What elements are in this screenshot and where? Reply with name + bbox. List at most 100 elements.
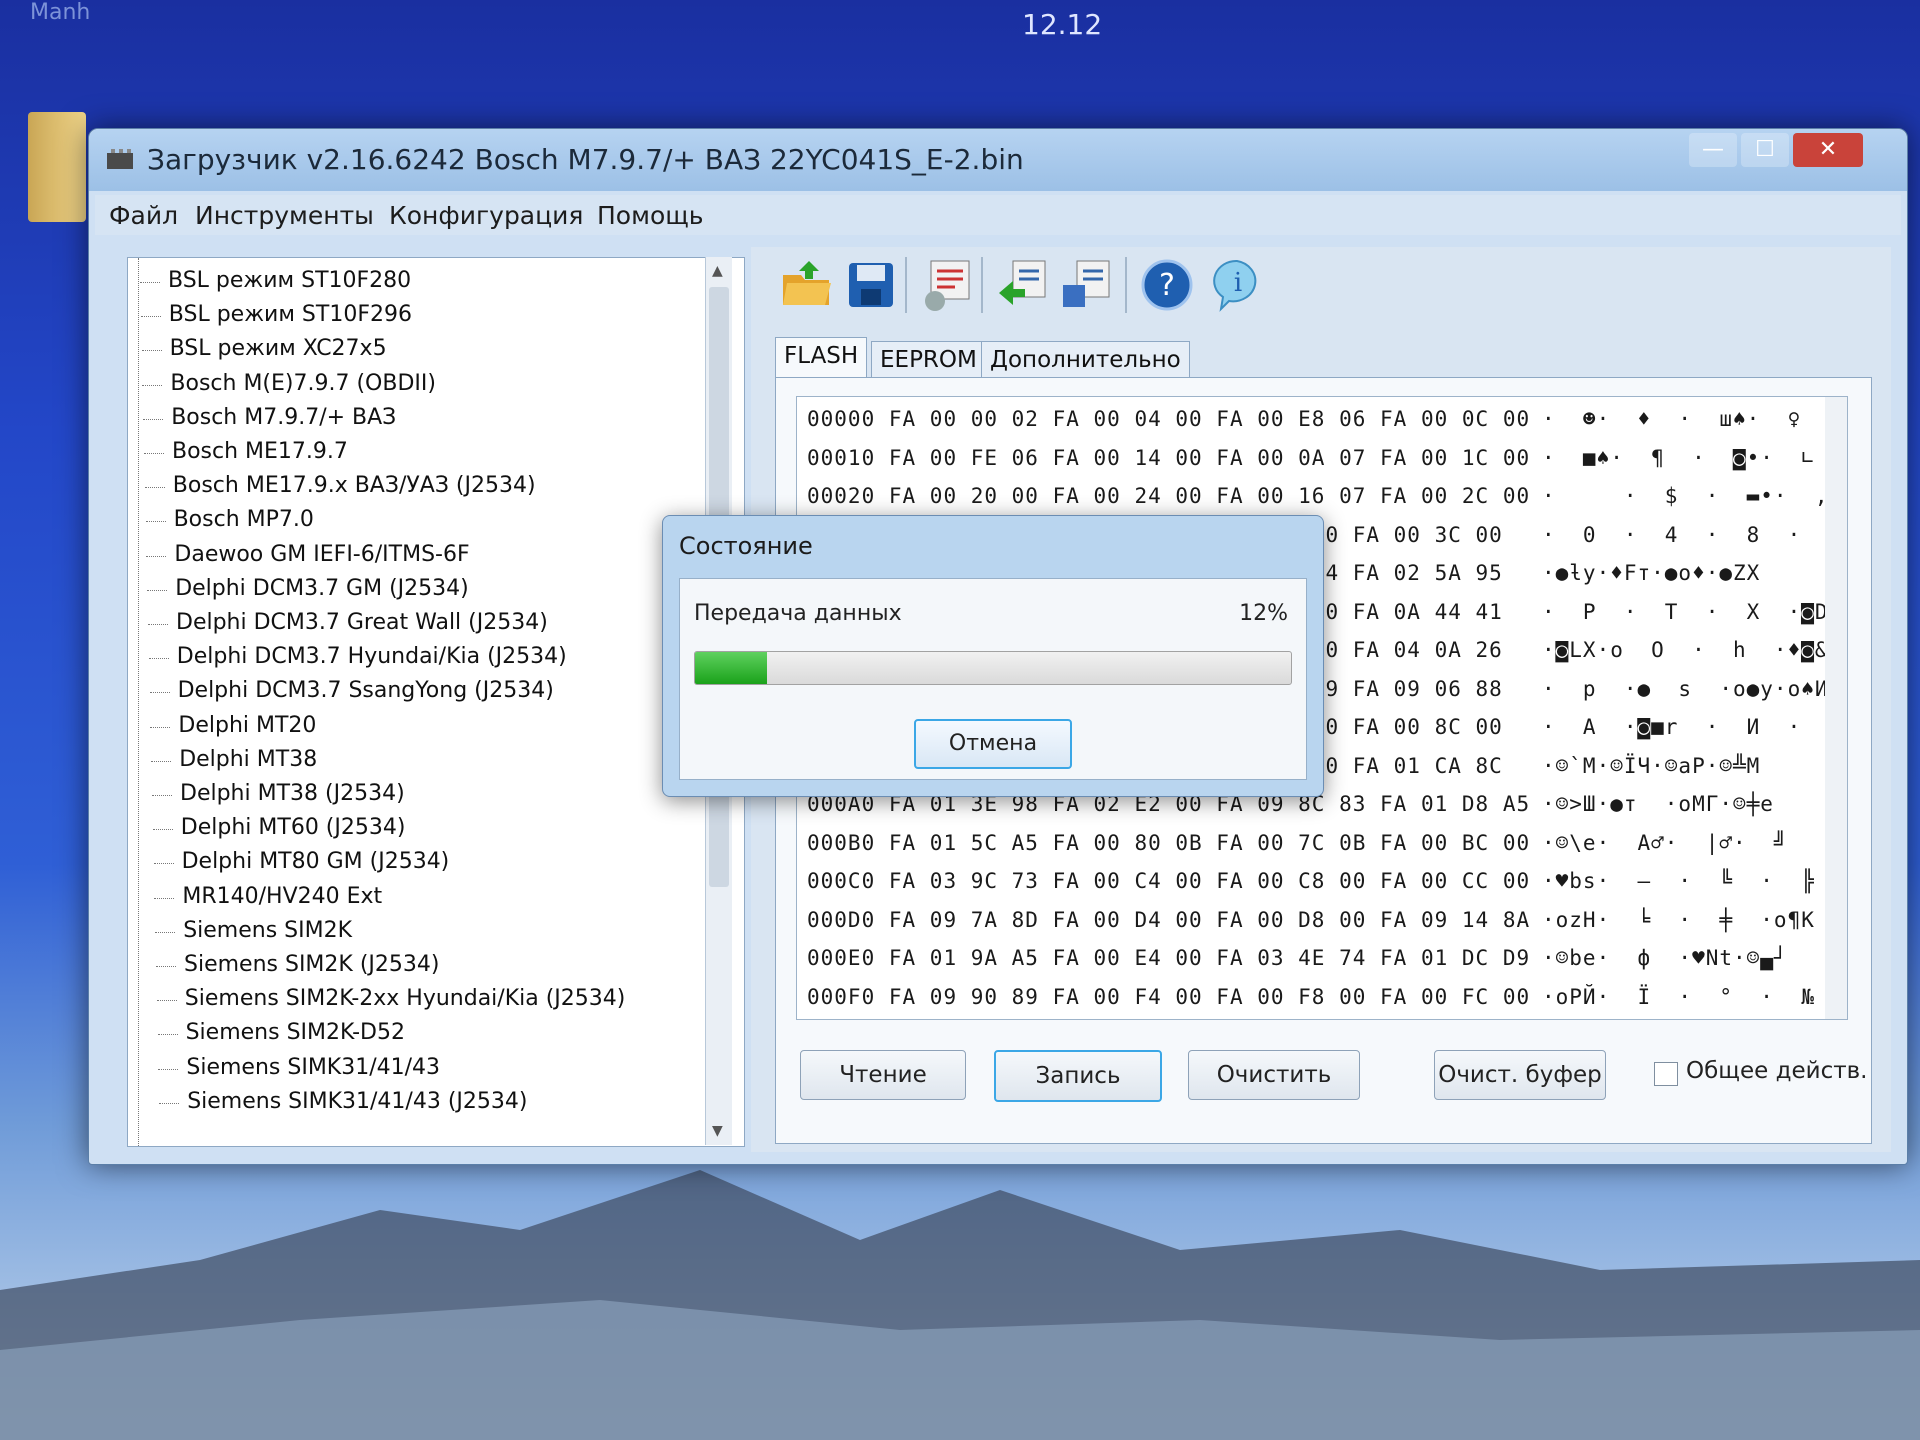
help-icon[interactable]: ? [1137,255,1197,315]
hex-address: 000B0 [807,830,876,855]
hex-ascii: · P · T · X ·◙DA [1542,599,1843,624]
tree-item[interactable]: MR140/HV240 Ext [154,884,382,909]
hex-ascii: · 0 · 4 · 8 · < [1542,522,1843,547]
tree-item[interactable]: Siemens SIM2K (J2534) [155,952,439,977]
copy-green-icon[interactable] [993,255,1053,315]
hex-ascii: ·☺\e· A♂· |♂· ╝ [1542,830,1788,855]
hex-row[interactable]: 000D0 FA 09 7A 8D FA 00 D4 00 FA 00 D8 0… [807,907,1814,932]
hex-bytes: FA 00 FE 06 FA 00 14 00 FA 00 0A 07 FA 0… [888,445,1531,470]
save-icon[interactable] [841,255,901,315]
scroll-down-arrow-icon[interactable]: ▼ [712,1123,723,1139]
tree-item[interactable]: Delphi MT38 [151,747,317,772]
tree-item[interactable]: Bosch ME17.9.7 [144,439,348,464]
clear-button[interactable]: Очистить [1188,1050,1360,1100]
read-button[interactable]: Чтение [800,1050,966,1100]
hex-row[interactable]: 000F0 FA 09 90 89 FA 00 F4 00 FA 00 F8 0… [807,984,1814,1009]
tree-item[interactable]: Siemens SIMK31/41/43 [158,1055,440,1080]
hex-ascii: ·oРЙ· Ї · ° · № [1542,984,1815,1009]
hex-bytes: FA 01 5C A5 FA 00 80 0B FA 00 7C 0B FA 0… [888,830,1531,855]
hex-row[interactable]: 00020 FA 00 20 00 FA 00 24 00 FA 00 16 0… [807,484,1828,508]
tree-item[interactable]: Delphi MT38 (J2534) [152,781,405,806]
hex-address: 00020 [807,484,876,508]
tree-item[interactable]: Bosch M7.9.7/+ ВАЗ [143,405,396,430]
tree-item[interactable]: Bosch ME17.9.x ВАЗ/УАЗ (J2534) [144,473,536,498]
desktop-user-label: Manh [30,0,91,25]
hex-address: 000F0 [807,984,876,1009]
hex-ascii: ·☺`M·☺ЇЧ·☺aP·☺╩М [1542,753,1761,778]
hex-row[interactable]: 000C0 FA 03 9C 73 FA 00 C4 00 FA 00 C8 0… [807,869,1814,893]
open-folder-icon[interactable] [777,255,837,315]
tree-item[interactable]: Daewoo GM IEFI-6/ITMS-6F [146,542,470,567]
hex-address: 000C0 [807,869,876,893]
tree-item[interactable]: Delphi DCM3.7 SsangYong (J2534) [149,678,554,703]
tree-item[interactable]: Siemens SIM2K-D52 [157,1020,405,1045]
maximize-button[interactable]: ☐ [1741,133,1789,167]
close-button[interactable]: ✕ [1793,133,1863,167]
hex-bytes: FA 09 7A 8D FA 00 D4 00 FA 00 D8 00 FA 0… [888,907,1531,932]
hex-address: 00000 [807,407,876,431]
hex-bytes: FA 00 00 02 FA 00 04 00 FA 00 E8 06 FA 0… [888,407,1531,431]
svg-text:i: i [1234,268,1242,298]
title-bar: Загрузчик v2.16.6242 Bosch M7.9.7/+ ВАЗ … [89,129,1907,191]
hex-row[interactable]: 000B0 FA 01 5C A5 FA 00 80 0B FA 00 7C 0… [807,830,1787,855]
tree-item[interactable]: Delphi MT60 (J2534) [152,815,405,840]
hex-row[interactable]: 00000 FA 00 00 02 FA 00 04 00 FA 00 E8 0… [807,407,1800,431]
hex-ascii: ·ozH· ╘ · ╪ ·o¶K [1542,907,1815,932]
hex-scrollbar[interactable] [1825,397,1847,1019]
progress-bar [694,651,1292,685]
write-button[interactable]: Запись [994,1050,1162,1102]
menu-file[interactable]: Файл [109,201,178,230]
minimize-button[interactable]: — [1689,133,1737,167]
tree-item[interactable]: Delphi MT20 [150,713,316,738]
tree-item[interactable]: BSL режим XC27x5 [141,336,387,361]
tree-item[interactable]: Delphi DCM3.7 Great Wall (J2534) [148,610,548,635]
hex-bytes: FA 09 90 89 FA 00 F4 00 FA 00 F8 00 FA 0… [888,984,1531,1009]
tab-flash[interactable]: FLASH [775,337,868,378]
general-action-checkbox[interactable] [1654,1062,1678,1086]
tree-item[interactable]: Bosch MP7.0 [145,507,314,532]
desktop-folder-icon[interactable] [28,112,86,222]
menu-configuration[interactable]: Конфигурация [389,201,583,230]
hex-ascii: ·♥bs· — · ╚ · ╠ [1542,869,1815,893]
tree-item[interactable]: Siemens SIMK31/41/43 (J2534) [159,1089,527,1114]
tree-item[interactable]: Siemens SIM2K-2xx Hyundai/Kia (J2534) [156,986,625,1011]
tree-item[interactable]: Delphi DCM3.7 GM (J2534) [147,576,469,601]
ecu-tree[interactable]: BSL режим ST10F280 BSL режим ST10F296 BSL … [127,257,745,1147]
hex-ascii: ·☺>Ш·●т ·oМГ·☺╪е [1542,792,1774,816]
progress-percent: 12% [1239,601,1288,626]
clear-buffer-button[interactable]: Очист. буфер [1434,1050,1606,1100]
info-icon[interactable]: i [1207,255,1267,315]
dialog-title: Состояние [679,532,813,560]
window-title: Загрузчик v2.16.6242 Bosch M7.9.7/+ ВАЗ … [147,143,1024,176]
desktop-clock: 12.12 [1022,8,1103,41]
tree-item[interactable]: Delphi DCM3.7 Hyundai/Kia (J2534) [148,644,567,669]
hex-ascii: · · $ · ▬•· , [1542,484,1829,508]
tab-additional[interactable]: Дополнительно [981,341,1190,378]
tree-item[interactable]: BSL режим ST10F296 [140,302,412,327]
hex-ascii: · A ·◙■r · И · М [1542,715,1843,739]
hex-ascii: · p ·● s ·o●y·o♠И [1542,676,1829,701]
settings-edit-icon[interactable] [917,255,977,315]
hex-row[interactable]: 000E0 FA 01 9A A5 FA 00 E4 00 FA 03 4E 7… [807,946,1787,970]
hex-bytes: FA 01 9A A5 FA 00 E4 00 FA 03 4E 74 FA 0… [888,946,1531,970]
progress-fill [695,652,767,684]
hex-address: 00010 [807,445,876,470]
hex-row[interactable]: 00010 FA 00 FE 06 FA 00 14 00 FA 00 0A 0… [807,445,1814,470]
cancel-button[interactable]: Отмена [914,719,1072,769]
svg-text:?: ? [1159,268,1175,303]
hex-ascii: · ☻· ♦ · ш♠· ♀ [1542,407,1802,431]
tree-item[interactable]: BSL режим ST10F280 [139,268,411,293]
hex-ascii: · ■♠· ¶ · ◙•· ∟ [1542,445,1815,470]
menu-tools[interactable]: Инструменты [195,201,374,230]
scroll-up-arrow-icon[interactable]: ▲ [712,263,723,279]
tree-item[interactable]: Delphi MT80 GM (J2534) [153,849,449,874]
tree-item[interactable]: Bosch M(E)7.9.7 (OBDII) [142,371,436,396]
copy-blue-icon[interactable] [1057,255,1117,315]
menu-help[interactable]: Помощь [597,201,704,230]
hex-ascii: ·☺be· ф ·♥Nt·☺▄┘ [1542,946,1788,970]
hex-ascii: ·●ƚy·♦Fт·●o♦·●ZX [1542,561,1761,585]
tab-eeprom[interactable]: EEPROM [871,341,986,378]
general-action-label: Общее действ. [1686,1058,1868,1084]
toolbar: ? i [757,247,1887,327]
tree-item[interactable]: Siemens SIM2K [155,918,352,943]
